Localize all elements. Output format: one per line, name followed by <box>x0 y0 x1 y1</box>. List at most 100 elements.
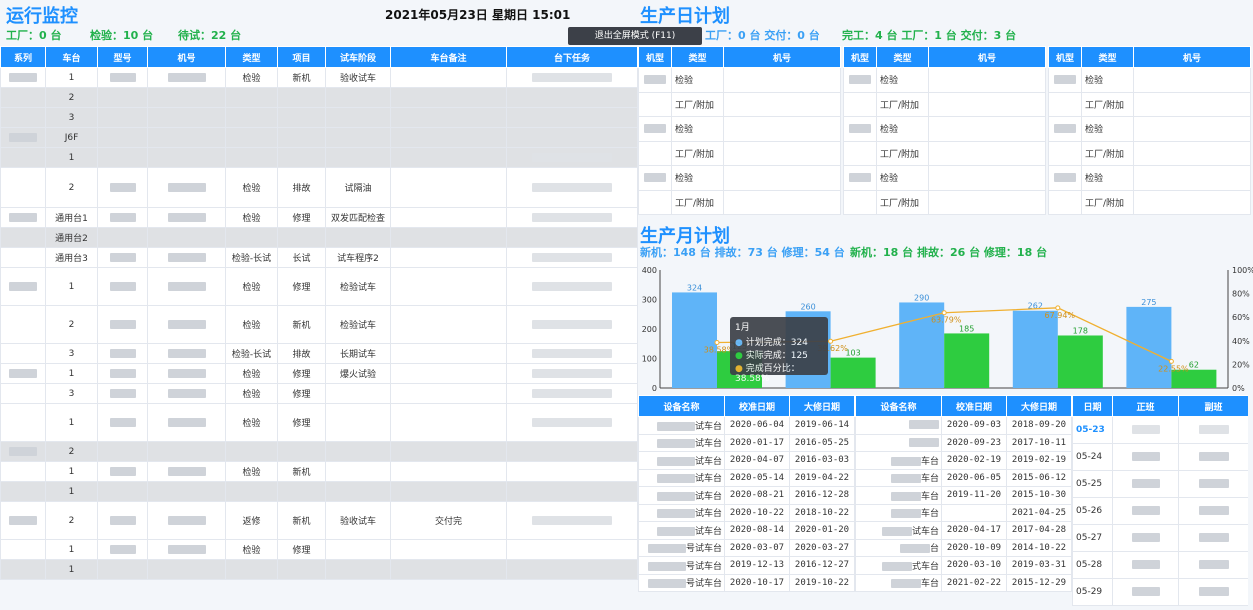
table-row[interactable]: 05-28 <box>1072 551 1248 579</box>
table-row[interactable]: 工厂/附加 <box>1048 140 1251 166</box>
table-row[interactable]: 试车台 2020-04-07 2016-03-03 <box>638 451 855 470</box>
serial-cell <box>147 481 226 502</box>
bar-plan-label: 324 <box>687 283 702 292</box>
table-row[interactable]: 车台 2020-02-19 2019-02-19 <box>855 451 1072 470</box>
stand-cell: 2 <box>45 305 98 344</box>
table-row[interactable]: 3 检验-长试 排故 长期试车 <box>0 343 638 364</box>
table-row[interactable]: 检验 <box>1048 165 1251 191</box>
bar-plan[interactable] <box>1012 310 1058 388</box>
calibration-date-cell: 2020-10-22 <box>724 503 790 522</box>
table-row[interactable]: 检验 <box>843 67 1046 93</box>
serial-cell <box>147 67 226 88</box>
table-row[interactable]: 1 检验 新机 验收试车 <box>0 67 638 88</box>
bar-actual[interactable] <box>830 357 876 388</box>
table-row[interactable]: 试车台 2020-08-14 2020-01-20 <box>638 521 855 540</box>
table-row[interactable]: 2 返修 新机 验收试车 交付完 <box>0 501 638 540</box>
table-row[interactable]: 台 2020-10-09 2014-10-22 <box>855 538 1072 557</box>
serial-cell <box>1133 67 1251 93</box>
pct-point[interactable] <box>941 310 947 316</box>
table-row[interactable]: 式车台 2020-03-10 2019-03-31 <box>855 556 1072 575</box>
table-row[interactable]: 3 检验 修理 <box>0 383 638 404</box>
model-cell <box>843 116 877 142</box>
table-row[interactable]: 05-23 <box>1072 416 1248 444</box>
task-cell <box>506 363 638 384</box>
bar-plan[interactable] <box>672 292 717 388</box>
table-row[interactable]: 号试车台 2020-03-07 2020-03-27 <box>638 538 855 557</box>
overhaul-date-cell: 2019-04-22 <box>789 468 855 487</box>
table-row[interactable]: 2 <box>0 441 638 462</box>
table-row[interactable]: 2020-09-23 2017-10-11 <box>855 433 1072 452</box>
table-row[interactable]: 试车台 2020-04-17 2017-04-28 <box>855 521 1072 540</box>
table-row[interactable]: 车台 2020-06-05 2015-06-12 <box>855 468 1072 487</box>
table-row[interactable]: 通用台3 检验-长试 长试 试车程序2 <box>0 247 638 268</box>
table-row[interactable]: 工厂/附加 <box>638 189 841 215</box>
table-row[interactable]: 试车台 2020-01-17 2016-05-25 <box>638 433 855 452</box>
type-cell: 检验 <box>225 403 278 442</box>
table-row[interactable]: 1 检验 修理 检验试车 <box>0 267 638 306</box>
item-cell: 新机 <box>277 305 326 344</box>
table-row[interactable]: 05-24 <box>1072 443 1248 471</box>
pct-point[interactable] <box>1055 305 1061 311</box>
table-row[interactable]: 试车台 2020-08-21 2016-12-28 <box>638 486 855 505</box>
table-row[interactable]: 车台 2021-02-22 2015-12-29 <box>855 573 1072 592</box>
table-row[interactable]: J6F <box>0 127 638 148</box>
table-row[interactable]: 1 检验 新机 <box>0 461 638 482</box>
table-row[interactable]: 车台 2019-11-20 2015-10-30 <box>855 486 1072 505</box>
table-row[interactable]: 05-26 <box>1072 497 1248 525</box>
pct-point[interactable] <box>714 339 720 345</box>
table-row[interactable]: 2 <box>0 87 638 108</box>
table-row[interactable]: 1 检验 修理 <box>0 539 638 560</box>
redacted-text <box>167 72 206 82</box>
table-row[interactable]: 试车台 2020-06-04 2019-06-14 <box>638 416 855 435</box>
redacted-text <box>9 515 37 525</box>
table-row[interactable]: 工厂/附加 <box>1048 91 1251 117</box>
bar-actual[interactable] <box>1057 335 1103 388</box>
table-row[interactable]: 1 检验 修理 <box>0 403 638 442</box>
table-row[interactable]: 工厂/附加 <box>1048 189 1251 215</box>
table-row[interactable]: 05-27 <box>1072 524 1248 552</box>
table-row[interactable]: 通用台2 <box>0 227 638 248</box>
table-row[interactable]: 号试车台 2019-12-13 2016-12-27 <box>638 556 855 575</box>
exit-fullscreen-button[interactable]: 退出全屏模式 (F11) <box>568 27 702 45</box>
type-cell <box>225 87 278 108</box>
model-cell <box>97 247 148 268</box>
table-row[interactable]: 工厂/附加 <box>843 140 1046 166</box>
pct-point[interactable] <box>1168 358 1174 364</box>
table-row[interactable]: 1 <box>0 559 638 580</box>
table-row[interactable]: 检验 <box>843 165 1046 191</box>
table-row[interactable]: 工厂/附加 <box>843 91 1046 117</box>
redacted-text <box>647 544 686 554</box>
redacted-text <box>1054 123 1076 133</box>
task-cell <box>506 559 638 580</box>
table-row[interactable]: 试车台 2020-10-22 2018-10-22 <box>638 503 855 522</box>
table-row[interactable]: 工厂/附加 <box>638 140 841 166</box>
bar-actual[interactable] <box>944 333 990 388</box>
table-row[interactable]: 1 <box>0 147 638 168</box>
table-row[interactable]: 工厂/附加 <box>843 189 1046 215</box>
table-row[interactable]: 检验 <box>843 116 1046 142</box>
table-row[interactable]: 2 检验 新机 检验试车 <box>0 305 638 344</box>
table-row[interactable]: 通用台1 检验 修理 双发匹配检查 <box>0 207 638 228</box>
redacted-text <box>1198 425 1229 434</box>
table-row[interactable]: 3 <box>0 107 638 128</box>
table-row[interactable]: 05-25 <box>1072 470 1248 498</box>
table-row[interactable]: 检验 <box>1048 116 1251 142</box>
table-row[interactable]: 检验 <box>638 165 841 191</box>
table-row[interactable]: 检验 <box>1048 67 1251 93</box>
serial-cell <box>147 461 226 482</box>
table-row[interactable]: 检验 <box>638 67 841 93</box>
table-row[interactable]: 2020-09-03 2018-09-20 <box>855 416 1072 435</box>
table-row[interactable]: 车台 2021-04-25 <box>855 503 1072 522</box>
table-row[interactable]: 05-29 <box>1072 578 1248 606</box>
stand-cell: 通用台1 <box>45 207 98 228</box>
bar-plan[interactable] <box>1126 306 1172 388</box>
table-row[interactable]: 试车台 2020-05-14 2019-04-22 <box>638 468 855 487</box>
pct-point[interactable] <box>828 338 834 344</box>
table-row[interactable]: 工厂/附加 <box>638 91 841 117</box>
overhaul-date-cell: 2014-10-22 <box>1006 538 1072 557</box>
table-row[interactable]: 检验 <box>638 116 841 142</box>
table-row[interactable]: 号试车台 2020-10-17 2019-10-22 <box>638 573 855 592</box>
table-row[interactable]: 2 检验 排故 试隔油 <box>0 167 638 208</box>
table-row[interactable]: 1 检验 修理 爆火试验 <box>0 363 638 384</box>
table-row[interactable]: 1 <box>0 481 638 502</box>
